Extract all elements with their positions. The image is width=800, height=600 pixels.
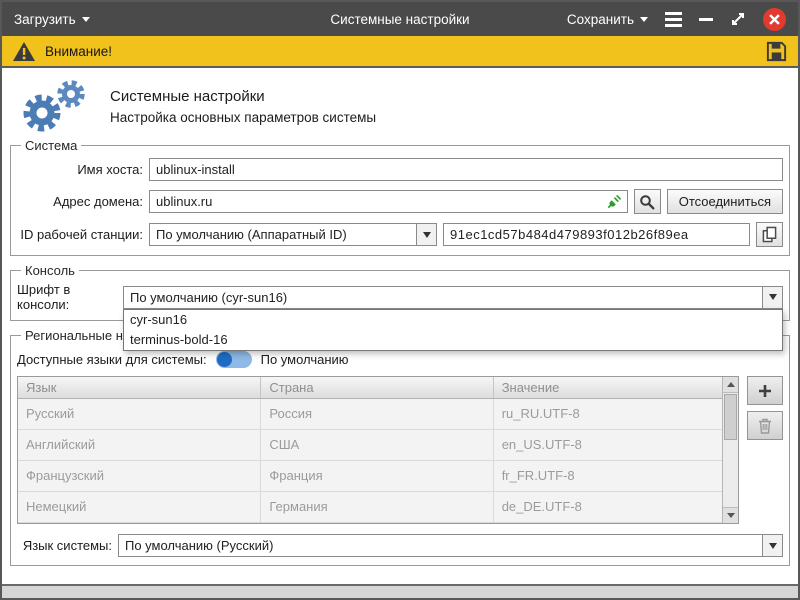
scroll-up-button[interactable] (723, 377, 738, 393)
warning-bar: Внимание! (2, 36, 798, 68)
content-area: Системные настройки Настройка основных п… (2, 68, 798, 586)
scroll-down-icon (727, 513, 735, 518)
table-cell: США (261, 429, 493, 460)
font-dropdown-list: cyr-sun16terminus-bold-16 (123, 309, 783, 351)
dropdown-arrow-icon (769, 294, 777, 300)
regional-group: Региональные настройки Доступные языки д… (10, 328, 790, 566)
close-icon (769, 14, 780, 25)
scroll-up-icon (727, 382, 735, 387)
hamburger-icon (665, 12, 682, 15)
locale-table-header-row: ЯзыкСтранаЗначение (18, 377, 722, 398)
copy-icon (762, 226, 777, 243)
column-header[interactable]: Значение (493, 377, 722, 398)
console-font-select[interactable]: По умолчанию (cyr-sun16) (123, 286, 783, 309)
table-cell: Германия (261, 491, 493, 522)
system-language-label: Язык системы: (17, 538, 112, 553)
station-id-selected-value: По умолчанию (Аппаратный ID) (150, 224, 416, 245)
languages-table: ЯзыкСтранаЗначение РусскийРоссияru_RU.UT… (18, 377, 722, 523)
app-header: Системные настройки Настройка основных п… (10, 72, 790, 138)
close-button[interactable] (763, 8, 786, 31)
available-languages-label: Доступные языки для системы: (17, 352, 207, 367)
scrollbar-thumb[interactable] (724, 394, 737, 440)
console-font-label: Шрифт в консоли: (17, 282, 117, 312)
system-group-legend: Система (21, 138, 81, 153)
titlebar: Системные настройки Загрузить Сохранить (2, 2, 798, 36)
table-cell: Россия (261, 398, 493, 429)
expand-icon (730, 11, 746, 27)
dropdown-option[interactable]: cyr-sun16 (124, 310, 782, 330)
table-scrollbar[interactable] (722, 377, 738, 523)
table-cell: ru_RU.UTF-8 (493, 398, 722, 429)
disconnect-button[interactable]: Отсоединиться (667, 189, 783, 214)
console-group: Консоль Шрифт в консоли: По умолчанию (c… (10, 263, 790, 321)
gears-icon (14, 77, 94, 135)
dropdown-option[interactable]: terminus-bold-16 (124, 330, 782, 350)
table-row[interactable]: АнглийскийСШАen_US.UTF-8 (18, 429, 722, 460)
plus-icon (757, 383, 773, 399)
delete-language-button[interactable] (747, 411, 783, 440)
copy-id-button[interactable] (756, 222, 783, 247)
dropdown-arrow-icon (423, 232, 431, 238)
save-menu-button[interactable]: Сохранить (567, 12, 648, 27)
system-language-selected-value: По умолчанию (Русский) (119, 535, 762, 556)
caret-down-icon (82, 17, 90, 22)
save-button[interactable] (765, 40, 788, 63)
table-cell: en_US.UTF-8 (493, 429, 722, 460)
hamburger-menu-button[interactable] (665, 12, 682, 27)
table-cell: Русский (18, 398, 261, 429)
console-group-legend: Консоль (21, 263, 79, 278)
station-id-select[interactable]: По умолчанию (Аппаратный ID) (149, 223, 437, 246)
domain-input[interactable] (149, 190, 628, 213)
column-header[interactable]: Язык (18, 377, 261, 398)
dropdown-arrow-icon (769, 543, 777, 549)
table-cell: Немецкий (18, 491, 261, 522)
scroll-down-button[interactable] (723, 507, 738, 523)
floppy-icon (765, 40, 788, 63)
system-language-select[interactable]: По умолчанию (Русский) (118, 534, 783, 557)
table-cell: de_DE.UTF-8 (493, 491, 722, 522)
maximize-button[interactable] (730, 11, 746, 27)
page-subtitle: Настройка основных параметров системы (110, 110, 376, 125)
table-cell: Английский (18, 429, 261, 460)
caret-down-icon (640, 17, 648, 22)
system-settings-window: Системные настройки Загрузить Сохранить (0, 0, 800, 600)
languages-table-frame: ЯзыкСтранаЗначение РусскийРоссияru_RU.UT… (17, 376, 739, 524)
column-header[interactable]: Страна (261, 377, 493, 398)
table-row[interactable]: ФранцузскийФранцияfr_FR.UTF-8 (18, 460, 722, 491)
locale-table-body: РусскийРоссияru_RU.UTF-8АнглийскийСШАen_… (18, 398, 722, 523)
minimize-button[interactable] (699, 18, 713, 21)
table-cell: Франция (261, 460, 493, 491)
hostname-input[interactable] (149, 158, 783, 181)
warning-icon (12, 41, 36, 62)
languages-table-zone: ЯзыкСтранаЗначение РусскийРоссияru_RU.UT… (17, 376, 783, 524)
domain-label: Адрес домена: (17, 194, 143, 209)
table-row[interactable]: РусскийРоссияru_RU.UTF-8 (18, 398, 722, 429)
system-group: Система Имя хоста: Адрес домена: (10, 138, 790, 256)
station-id-label: ID рабочей станции: (17, 227, 143, 242)
page-title: Системные настройки (110, 88, 376, 105)
search-domain-button[interactable] (634, 189, 661, 214)
table-cell: Французский (18, 460, 261, 491)
warning-label: Внимание! (45, 44, 112, 59)
default-languages-toggle[interactable] (216, 351, 252, 368)
load-menu-label: Загрузить (14, 12, 76, 27)
load-menu-button[interactable]: Загрузить (14, 12, 90, 27)
trash-icon (758, 418, 772, 434)
window-bottom-edge (2, 586, 798, 598)
table-row[interactable]: НемецкийГерманияde_DE.UTF-8 (18, 491, 722, 522)
station-id-value-field (443, 223, 750, 246)
console-font-selected-value: По умолчанию (cyr-sun16) (124, 287, 762, 308)
add-language-button[interactable] (747, 376, 783, 405)
toggle-state-label: По умолчанию (261, 352, 349, 367)
toggle-knob (217, 352, 232, 367)
save-menu-label: Сохранить (567, 12, 634, 27)
search-icon (639, 194, 655, 210)
table-cell: fr_FR.UTF-8 (493, 460, 722, 491)
plug-connected-icon (607, 194, 622, 209)
hostname-label: Имя хоста: (17, 162, 143, 177)
